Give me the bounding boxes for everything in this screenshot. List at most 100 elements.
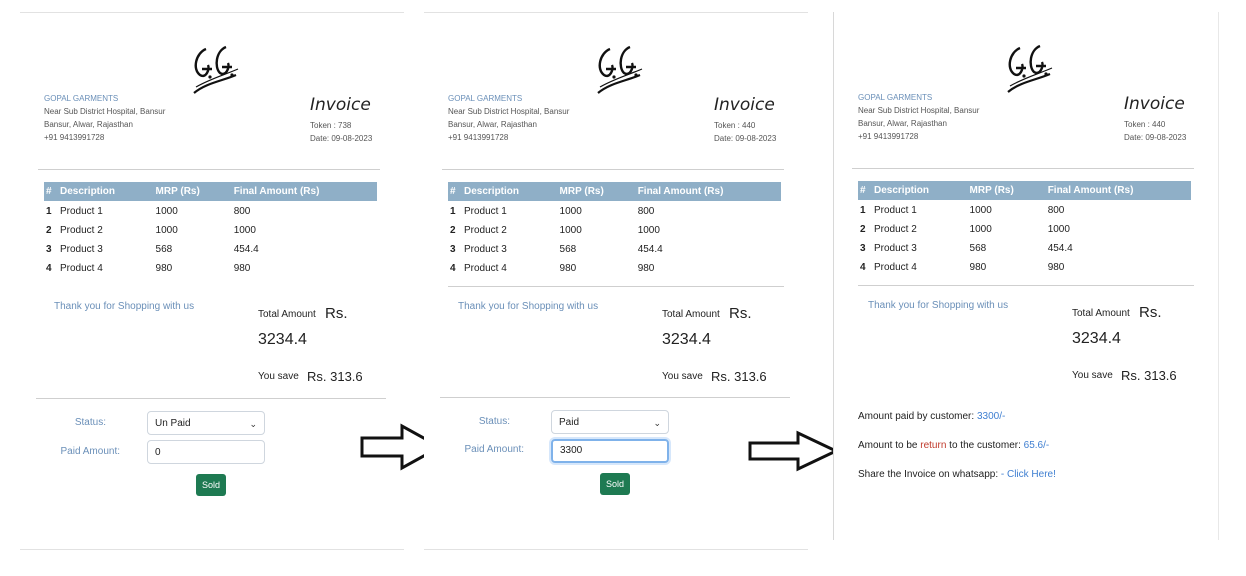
date-value: 09-08-2023 <box>735 134 777 143</box>
date-label: Date: <box>714 134 734 143</box>
shop-name: GOPAL GARMENTS <box>44 94 119 103</box>
amount-paid-line: Amount paid by customer: 3300/- <box>858 411 1005 422</box>
items-table: # Description MRP (Rs) Final Amount (Rs)… <box>448 182 781 277</box>
token: Token : 440 <box>714 119 776 132</box>
share-label: Share the Invoice on whatsapp: <box>858 469 999 480</box>
invoice-title: Invoice <box>714 95 775 115</box>
col-header-description: Description <box>58 182 154 201</box>
status-label: Status: <box>478 416 510 427</box>
total-value: 3234.4 <box>258 331 307 348</box>
shop-address: GOPAL GARMENTS Near Sub District Hospita… <box>858 91 979 143</box>
arrow-right-icon <box>748 430 840 472</box>
token-label: Token : <box>310 121 336 130</box>
table-row: 2 Product 2 1000 1000 <box>860 223 1070 235</box>
date: Date: 09-08-2023 <box>310 132 372 145</box>
shop-address-line1: Near Sub District Hospital, Bansur <box>448 107 570 116</box>
paid-amount-label: Paid Amount: <box>60 446 120 457</box>
invoice-panel-result: GOPAL GARMENTS Near Sub District Hospita… <box>833 12 1219 540</box>
divider <box>38 169 380 170</box>
thanks-message: Thank you for Shopping with us <box>54 301 195 312</box>
save-value: Rs. 313.6 <box>711 369 767 384</box>
shop-address: GOPAL GARMENTS Near Sub District Hospita… <box>448 92 569 144</box>
shop-address-line2: Bansur, Alwar, Rajasthan <box>44 120 133 129</box>
shop-phone: +91 9413991728 <box>448 133 509 142</box>
divider <box>448 286 784 287</box>
paid-amount-input[interactable]: 0 <box>147 440 265 464</box>
return-amount-line: Amount to be return to the customer: 65.… <box>858 440 1049 451</box>
total-currency: Rs. <box>729 305 752 322</box>
gg-logo <box>188 39 240 99</box>
token-value: 440 <box>742 121 756 130</box>
col-header-mrp: MRP (Rs) <box>967 181 1046 200</box>
table-row: 3 Product 3 568 454.4 <box>860 242 1073 254</box>
amount-paid-label: Amount paid by customer: <box>858 411 975 422</box>
total-label: Total Amount <box>258 309 316 320</box>
date-label: Date: <box>1124 133 1144 142</box>
divider <box>852 168 1194 169</box>
chevron-down-icon: ⌄ <box>653 418 661 428</box>
invoice-header: Invoice Token : 440 Date: 09-08-2023 <box>1124 94 1186 144</box>
divider <box>858 285 1194 286</box>
thanks-message: Thank you for Shopping with us <box>458 301 599 312</box>
table-row: 4 Product 4 980 980 <box>450 262 655 274</box>
table-row: 4 Product 4 980 980 <box>46 262 251 274</box>
divider <box>442 169 784 170</box>
col-header-mrp: MRP (Rs) <box>557 182 636 201</box>
token-label: Token : <box>1124 120 1150 129</box>
status-label: Status: <box>74 417 106 428</box>
save-value: Rs. 313.6 <box>1121 368 1177 383</box>
sold-button[interactable]: Sold <box>600 473 630 495</box>
save-label: You save <box>662 371 703 382</box>
col-header-mrp: MRP (Rs) <box>153 182 232 201</box>
col-header-index: # <box>44 182 58 201</box>
invoice-panel-unpaid: GOPAL GARMENTS Near Sub District Hospita… <box>20 12 404 550</box>
total-value: 3234.4 <box>662 331 711 348</box>
share-line: Share the Invoice on whatsapp: - Click H… <box>858 469 1056 480</box>
invoice-header: Invoice Token : 738 Date: 09-08-2023 <box>310 95 372 145</box>
shop-address-line2: Bansur, Alwar, Rajasthan <box>448 120 537 129</box>
shop-address: GOPAL GARMENTS Near Sub District Hospita… <box>44 92 165 144</box>
shop-address-line1: Near Sub District Hospital, Bansur <box>858 106 980 115</box>
save-label: You save <box>1072 370 1113 381</box>
shop-phone: +91 9413991728 <box>858 132 919 141</box>
save-value: Rs. 313.6 <box>307 369 363 384</box>
table-row: 2 Product 2 1000 1000 <box>46 224 256 236</box>
status-select[interactable]: Un Paid ⌄ <box>147 411 265 435</box>
table-row: 3 Product 3 568 454.4 <box>46 243 259 255</box>
table-row: 4 Product 4 980 980 <box>860 261 1065 273</box>
shop-name: GOPAL GARMENTS <box>858 93 933 102</box>
shop-address-line2: Bansur, Alwar, Rajasthan <box>858 119 947 128</box>
whatsapp-share-link[interactable]: - Click Here! <box>1001 469 1056 480</box>
shop-name: GOPAL GARMENTS <box>448 94 523 103</box>
status-select-value: Un Paid <box>155 418 191 429</box>
table-row: 1 Product 1 1000 800 <box>860 204 1065 216</box>
return-suffix: to the customer: <box>946 440 1021 451</box>
date: Date: 09-08-2023 <box>1124 131 1186 144</box>
invoice-title: Invoice <box>1124 94 1185 114</box>
status-select[interactable]: Paid ⌄ <box>551 410 669 434</box>
items-table: # Description MRP (Rs) Final Amount (Rs)… <box>858 181 1191 276</box>
return-value: 65.6/- <box>1023 440 1050 451</box>
table-row: 2 Product 2 1000 1000 <box>450 224 660 236</box>
divider <box>36 398 386 399</box>
table-row: 3 Product 3 568 454.4 <box>450 243 663 255</box>
date-label: Date: <box>310 134 330 143</box>
col-header-final: Final Amount (Rs) <box>635 182 781 201</box>
return-prefix: Amount to be <box>858 440 921 451</box>
token-label: Token : <box>714 121 740 130</box>
gg-logo <box>592 39 644 99</box>
col-header-description: Description <box>462 182 558 201</box>
gg-logo <box>1002 38 1054 98</box>
col-header-index: # <box>448 182 462 201</box>
token-value: 440 <box>1152 120 1166 129</box>
amount-paid-value: 3300/- <box>976 411 1006 422</box>
sold-button[interactable]: Sold <box>196 474 226 496</box>
shop-address-line1: Near Sub District Hospital, Bansur <box>44 107 166 116</box>
thanks-message: Thank you for Shopping with us <box>868 300 1009 311</box>
token-value: 738 <box>338 121 352 130</box>
total-value: 3234.4 <box>1072 330 1121 347</box>
paid-amount-input[interactable]: 3300 <box>551 439 669 463</box>
total-currency: Rs. <box>1139 304 1162 321</box>
date-value: 09-08-2023 <box>331 134 373 143</box>
token: Token : 738 <box>310 119 372 132</box>
